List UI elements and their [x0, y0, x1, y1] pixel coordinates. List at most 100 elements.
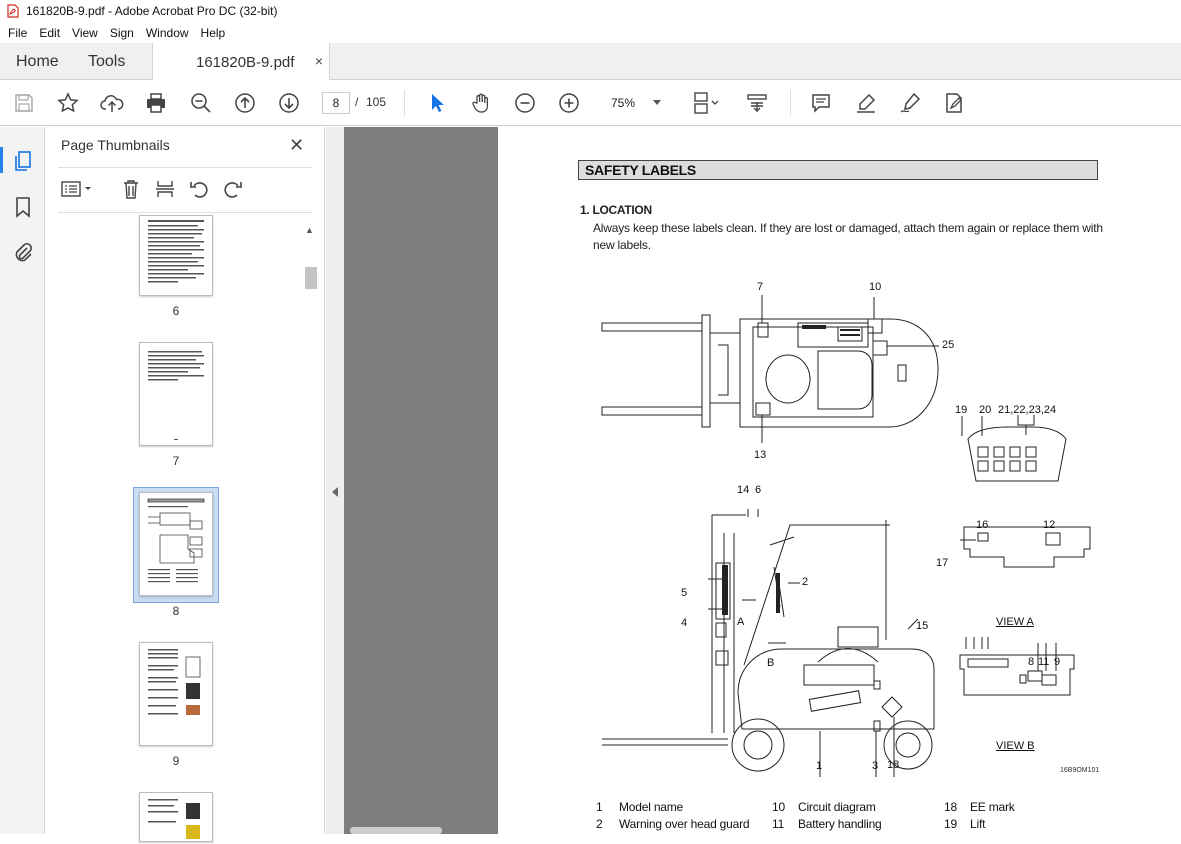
- callout-4: 4: [681, 617, 688, 629]
- thumbnail-page-6[interactable]: [139, 215, 213, 296]
- view-a-label: VIEW A: [996, 616, 1034, 628]
- attachments-paperclip-icon[interactable]: [11, 241, 35, 265]
- menu-view[interactable]: View: [66, 26, 104, 40]
- page-number-input[interactable]: 8: [322, 92, 350, 114]
- zoom-in-icon[interactable]: [557, 91, 581, 115]
- title-bar: 161820B-9.pdf - Adobe Acrobat Pro DC (32…: [0, 0, 1181, 22]
- scrolling-mode-icon[interactable]: [745, 91, 769, 115]
- toolbar-divider: [790, 90, 791, 116]
- scroll-up-icon[interactable]: ▲: [305, 225, 314, 235]
- collapse-arrow-icon[interactable]: [332, 487, 338, 497]
- tab-bar: Home Tools 161820B-9.pdf ×: [0, 43, 1181, 81]
- active-indicator: [0, 147, 3, 173]
- hand-tool-icon[interactable]: [469, 91, 493, 115]
- tab-tools[interactable]: Tools: [88, 43, 125, 80]
- highlight-pen-icon[interactable]: [854, 91, 878, 115]
- extract-pages-icon[interactable]: [153, 177, 177, 201]
- callout-3: 3: [872, 760, 879, 772]
- bookmark-star-icon[interactable]: [56, 91, 80, 115]
- select-cursor-icon[interactable]: [425, 91, 449, 115]
- label-name: Lift: [970, 817, 986, 831]
- save-icon[interactable]: [12, 91, 36, 115]
- zoom-out-search-icon[interactable]: [189, 91, 213, 115]
- close-panel-icon[interactable]: ✕: [289, 135, 304, 156]
- section-header: SAFETY LABELS: [578, 160, 1098, 180]
- toolbar-divider: [404, 90, 405, 116]
- bookmarks-icon[interactable]: [11, 195, 35, 219]
- label-number: 10: [772, 800, 785, 814]
- thumbnail-label: 7: [172, 454, 180, 468]
- rotate-counterclockwise-icon[interactable]: [187, 177, 211, 201]
- comment-icon[interactable]: [809, 91, 833, 115]
- scrollbar-thumb[interactable]: [305, 267, 317, 289]
- callout-11: 11: [1038, 656, 1050, 668]
- callout-5: 5: [681, 587, 688, 599]
- thumbnail-page-7[interactable]: [139, 342, 213, 446]
- thumbnail-page-9[interactable]: [139, 642, 213, 746]
- callout-12: 12: [1043, 519, 1056, 531]
- left-rail: [0, 127, 45, 834]
- callout-1: 1: [816, 760, 823, 772]
- panel-divider: [58, 167, 312, 168]
- callout-6: 6: [755, 484, 762, 496]
- callout-14: 14: [737, 484, 750, 496]
- print-icon[interactable]: [144, 91, 168, 115]
- next-page-icon[interactable]: [277, 91, 301, 115]
- label-name: Warning over head guard: [619, 817, 750, 831]
- thumbnail-page-10[interactable]: [139, 792, 213, 842]
- previous-page-icon[interactable]: [233, 91, 257, 115]
- callout-8: 8: [1028, 656, 1035, 668]
- tab-document[interactable]: 161820B-9.pdf ×: [152, 43, 330, 81]
- panel-title: Page Thumbnails: [61, 137, 170, 153]
- callout-13: 13: [754, 449, 767, 461]
- callout-18: 18: [887, 759, 900, 771]
- callout-7: 7: [757, 281, 764, 293]
- callout-25: 25: [942, 339, 955, 351]
- page-total: 105: [366, 95, 387, 109]
- thumbnail-scrollbar[interactable]: ▲: [303, 219, 317, 834]
- horizontal-scrollbar[interactable]: [350, 827, 442, 834]
- panel-divider: [58, 212, 312, 213]
- zoom-value: 75%: [611, 96, 636, 110]
- zoom-out-icon[interactable]: [513, 91, 537, 115]
- upload-cloud-icon[interactable]: [100, 91, 124, 115]
- window-title: 161820B-9.pdf - Adobe Acrobat Pro DC (32…: [26, 4, 278, 18]
- thumbnail-label: 8: [172, 604, 180, 618]
- options-menu-icon[interactable]: [60, 177, 94, 201]
- thumbnail-page-8[interactable]: [139, 492, 213, 596]
- callout-2: 2: [802, 576, 809, 588]
- callout-A: A: [737, 616, 745, 628]
- thumbnail-label: 6: [172, 304, 180, 318]
- callout-15: 15: [916, 620, 929, 632]
- page-thumbnails-icon[interactable]: [11, 149, 35, 173]
- menu-help[interactable]: Help: [195, 26, 232, 40]
- view-b-label: VIEW B: [996, 740, 1035, 752]
- thumbnail-tools: [46, 175, 325, 205]
- tab-home[interactable]: Home: [16, 43, 59, 80]
- zoom-dropdown[interactable]: 75%: [603, 92, 665, 114]
- callout-9: 9: [1054, 656, 1061, 668]
- menu-edit[interactable]: Edit: [33, 26, 66, 40]
- menu-file[interactable]: File: [2, 26, 33, 40]
- menu-sign[interactable]: Sign: [104, 26, 140, 40]
- draw-signature-icon[interactable]: [898, 91, 922, 115]
- section-title: SAFETY LABELS: [585, 162, 696, 178]
- page-thumbnails-panel: Page Thumbnails ✕ 6 7 8 9 ▲: [46, 127, 325, 842]
- fill-sign-icon[interactable]: [942, 91, 966, 115]
- collapse-panel-gutter[interactable]: [326, 127, 344, 834]
- label-number: 1: [596, 800, 603, 814]
- callout-16: 16: [976, 519, 989, 531]
- document-view[interactable]: SAFETY LABELS 1. LOCATION Always keep th…: [344, 127, 1181, 834]
- delete-page-icon[interactable]: [119, 177, 143, 201]
- menu-bar: File Edit View Sign Window Help: [0, 22, 1181, 43]
- label-number: 18: [944, 800, 957, 814]
- page-separator: /: [355, 95, 359, 109]
- callout-17: 17: [936, 557, 949, 569]
- rotate-clockwise-icon[interactable]: [221, 177, 245, 201]
- label-number: 2: [596, 817, 603, 831]
- menu-window[interactable]: Window: [140, 26, 195, 40]
- figure-code: 16B9OM101: [1060, 767, 1100, 774]
- page-layout-icon[interactable]: [692, 91, 722, 115]
- label-name: Model name: [619, 800, 684, 814]
- close-tab-icon[interactable]: ×: [315, 53, 323, 69]
